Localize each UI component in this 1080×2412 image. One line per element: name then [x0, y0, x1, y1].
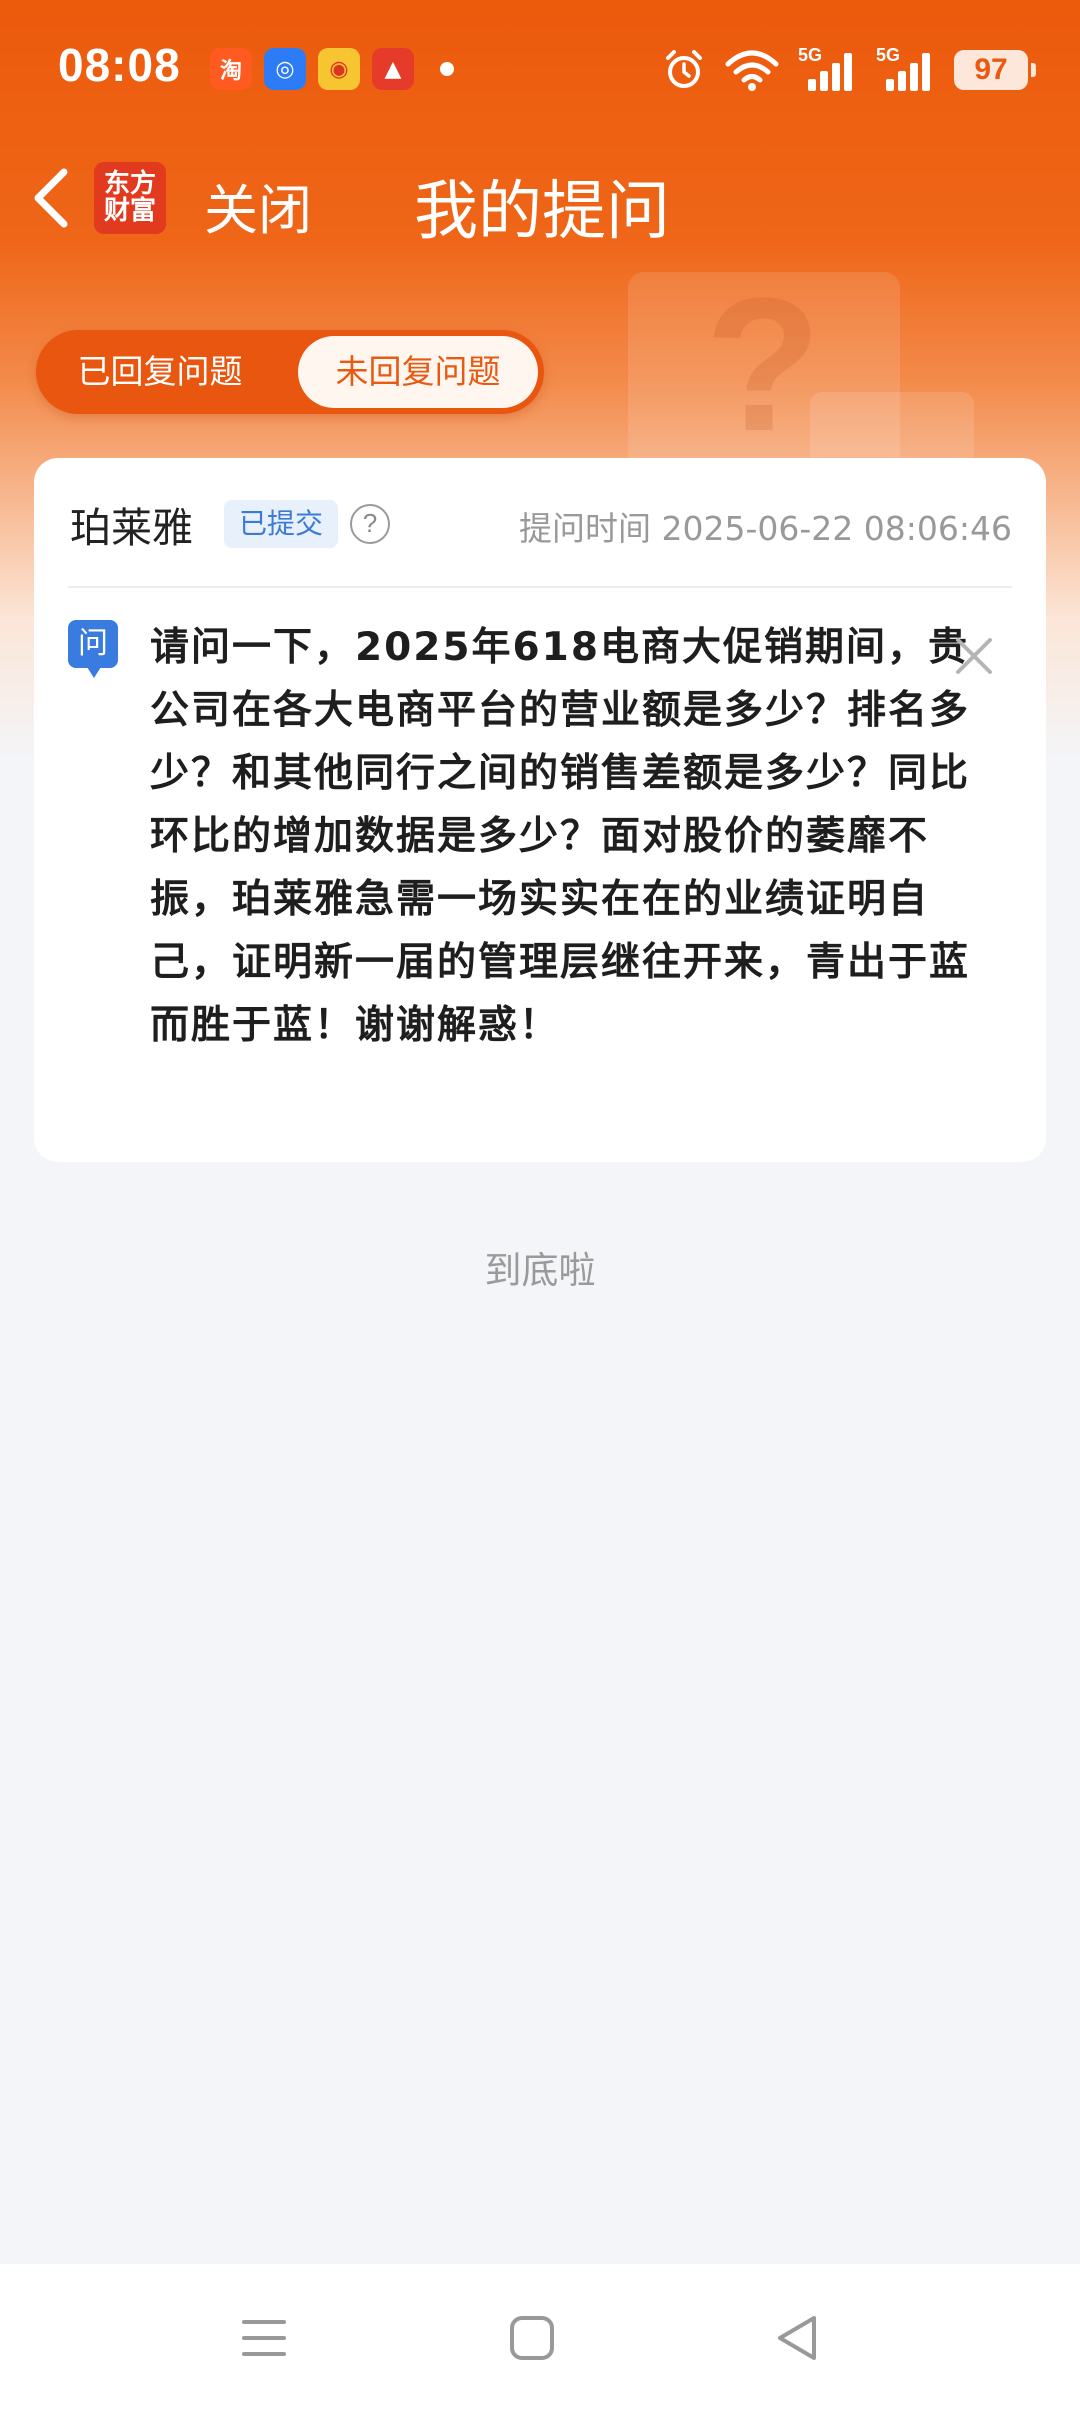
question-tag-icon: 问 — [68, 620, 118, 678]
back-icon[interactable] — [768, 2308, 828, 2368]
system-navigation-bar — [0, 2264, 1080, 2412]
top-navigation-bar: 东方 财富 关闭 我的提问 — [0, 140, 1080, 256]
divider — [68, 586, 1012, 588]
menu-icon[interactable] — [234, 2308, 294, 2368]
question-time: 提问时间 2025-06-22 08:06:46 — [519, 509, 1012, 548]
home-icon[interactable] — [502, 2308, 562, 2368]
page-title: 我的提问 — [414, 175, 670, 249]
back-arrow-icon[interactable] — [22, 164, 82, 232]
question-mark-illustration: ? — [705, 259, 822, 471]
wifi-icon — [725, 50, 779, 91]
help-icon[interactable]: ? — [350, 504, 390, 544]
battery-indicator: 97 — [954, 50, 1036, 90]
tab-unreplied-questions[interactable]: 未回复问题 — [298, 336, 538, 408]
app-red-icon: ▲ — [372, 48, 414, 90]
qq-browser-icon: ◎ — [264, 48, 306, 90]
weibo-icon: ◉ — [318, 48, 360, 90]
question-text: 请问一下，2025年618电商大促销期间，贵公司在各大电商平台的营业额是多少？排… — [150, 625, 971, 1048]
status-time: 08:08 — [58, 39, 181, 91]
question-tabs: 已回复问题 未回复问题 — [36, 330, 544, 414]
signal-strength-icon: 5G — [798, 45, 858, 93]
eastmoney-logo[interactable]: 东方 财富 — [94, 162, 166, 234]
company-name: 珀莱雅 — [70, 504, 193, 552]
more-notifications-dot — [440, 62, 454, 76]
close-button[interactable]: 关闭 — [204, 166, 312, 245]
tab-replied-questions[interactable]: 已回复问题 — [40, 330, 280, 414]
close-icon[interactable] — [952, 634, 996, 678]
signal-strength-icon-2: 5G — [876, 45, 936, 93]
status-badge: 已提交 — [224, 500, 338, 548]
question-card: 珀莱雅 已提交 ? 提问时间 2025-06-22 08:06:46 问 请问一… — [34, 458, 1046, 1162]
end-of-list-text: 到底啦 — [484, 1249, 596, 1292]
alarm-icon — [666, 50, 702, 88]
taobao-icon: 淘 — [210, 48, 252, 90]
status-bar: 08:08 淘 ◎ ◉ ▲ 5G 5G 97 — [0, 0, 1080, 140]
